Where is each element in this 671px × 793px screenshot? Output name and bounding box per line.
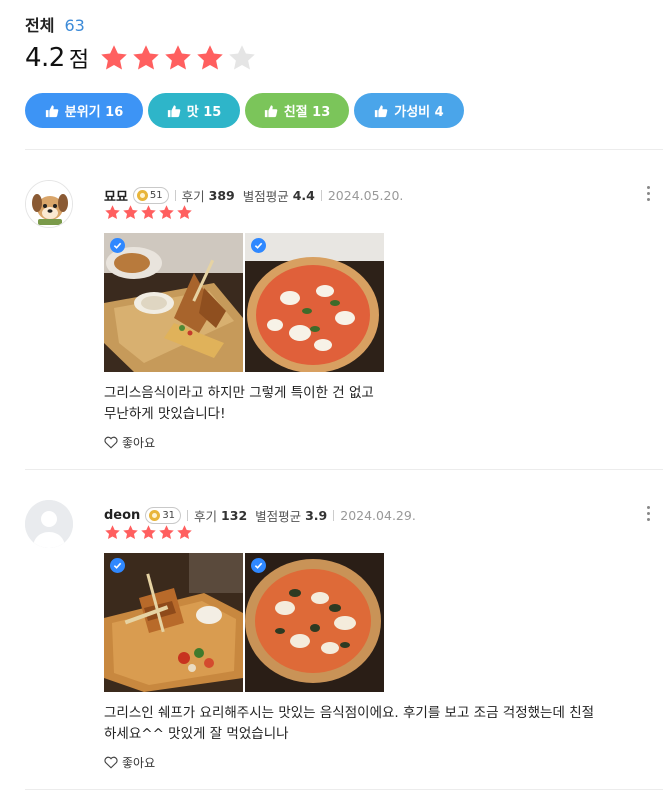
- review-photo[interactable]: [245, 233, 384, 372]
- default-user-avatar-icon[interactable]: [25, 500, 73, 548]
- review-count: 389: [208, 188, 235, 203]
- chip-taste[interactable]: 맛 15: [148, 93, 240, 128]
- avg-score: 4.4: [292, 188, 315, 203]
- review-item: deon 31 후기 132 별점평균 3.9 2024.04.29. 그리스인…: [25, 500, 663, 780]
- thumbs-up-icon: [264, 104, 278, 117]
- divider: [25, 789, 663, 790]
- divider: [25, 149, 663, 150]
- review-text-line: 무난하게 맛있습니다!: [104, 406, 226, 422]
- review-photos: [104, 233, 384, 372]
- review-photos: [104, 553, 384, 692]
- review-item: 묘묘 51 후기 389 별점평균 4.4 2024.05.20. 그리스음식이…: [25, 180, 663, 460]
- review-text: 그리스음식이라고 하지만 그렇게 특이한 건 없고 무난하게 맛있습니다!: [104, 383, 664, 425]
- review-text-line: 그리스음식이라고 하지만 그렇게 특이한 건 없고: [104, 385, 374, 401]
- star-icon: [141, 205, 156, 220]
- total-label: 전체: [25, 16, 55, 35]
- score-unit: 점: [68, 48, 90, 73]
- more-options-icon[interactable]: [647, 186, 651, 201]
- star-icon: [133, 45, 159, 70]
- review-meta: deon 31 후기 132 별점평균 3.9 2024.04.29.: [104, 506, 416, 525]
- review-photo[interactable]: [104, 233, 243, 372]
- star-icon: [159, 205, 174, 220]
- chip-kindness[interactable]: 친절 13: [245, 93, 349, 128]
- avg-score: 3.9: [305, 508, 328, 523]
- like-button[interactable]: 좋아요: [104, 754, 155, 771]
- separator: [174, 190, 176, 201]
- star-icon: [105, 525, 120, 540]
- avg-score-label: 별점평균: [255, 509, 302, 524]
- review-meta: 묘묘 51 후기 389 별점평균 4.4 2024.05.20.: [104, 186, 403, 205]
- verified-check-icon: [251, 558, 266, 573]
- verified-check-icon: [110, 558, 125, 573]
- heart-icon: [104, 756, 118, 769]
- star-icon: [197, 45, 223, 70]
- review-summary: 전체 63: [25, 12, 85, 36]
- average-star-rating: [99, 43, 257, 73]
- star-icon: [159, 525, 174, 540]
- review-star-rating: [104, 524, 193, 541]
- chip-label: 가성비 4: [394, 105, 444, 120]
- like-label: 좋아요: [122, 436, 156, 450]
- chip-atmosphere[interactable]: 분위기 16: [25, 93, 143, 128]
- divider: [25, 469, 663, 470]
- review-text-line: 하세요^^ 맛있게 잘 먹었습니나: [104, 726, 289, 742]
- level-value: 51: [149, 190, 163, 201]
- star-icon: [177, 525, 192, 540]
- star-icon: [101, 45, 127, 70]
- chip-label: 맛 15: [186, 105, 222, 120]
- review-photo[interactable]: [245, 553, 384, 692]
- star-icon: [141, 525, 156, 540]
- avg-score-label: 별점평균: [242, 189, 289, 204]
- like-label: 좋아요: [122, 756, 156, 770]
- chip-value[interactable]: 가성비 4: [354, 93, 464, 128]
- review-photo[interactable]: [104, 553, 243, 692]
- keyword-filter-chips: 분위기 16 맛 15 친절 13 가성비 4: [25, 93, 464, 128]
- chip-label: 분위기 16: [64, 105, 124, 120]
- rating-summary: 4.2 점: [25, 42, 257, 74]
- separator: [187, 510, 189, 521]
- coin-icon: [149, 510, 161, 521]
- review-date: 2024.05.20.: [327, 188, 404, 203]
- chip-label: 친절 13: [283, 105, 331, 120]
- average-score: 4.2: [25, 43, 65, 73]
- reviewer-nickname[interactable]: 묘묘: [104, 186, 128, 205]
- review-date: 2024.04.29.: [340, 508, 416, 523]
- star-icon: [123, 205, 138, 220]
- review-text-line: 그리스인 쉐프가 요리해주시는 맛있는 음식점이에요. 후기를 보고 조금 걱정…: [104, 705, 595, 721]
- verified-check-icon: [110, 238, 125, 253]
- star-icon: [123, 525, 138, 540]
- review-count-label: 후기: [194, 509, 218, 524]
- star-icon: [105, 205, 120, 220]
- total-count: 63: [64, 16, 85, 35]
- separator: [333, 510, 335, 521]
- level-value: 31: [162, 510, 176, 521]
- review-count: 132: [221, 508, 248, 523]
- star-icon: [229, 45, 255, 70]
- star-icon: [165, 45, 191, 70]
- thumbs-up-icon: [375, 104, 388, 117]
- heart-icon: [104, 436, 118, 449]
- review-star-rating: [104, 204, 193, 221]
- dog-avatar-icon[interactable]: [25, 180, 73, 228]
- separator: [320, 190, 322, 201]
- coin-icon: [136, 190, 148, 201]
- like-button[interactable]: 좋아요: [104, 434, 155, 451]
- thumbs-up-icon: [45, 104, 59, 117]
- more-options-icon[interactable]: [647, 506, 651, 521]
- level-badge: 31: [145, 507, 182, 524]
- review-count-label: 후기: [181, 189, 205, 204]
- level-badge: 51: [132, 187, 169, 204]
- reviewer-nickname[interactable]: deon: [104, 508, 140, 523]
- thumbs-up-icon: [167, 104, 181, 117]
- star-icon: [177, 205, 192, 220]
- review-text: 그리스인 쉐프가 요리해주시는 맛있는 음식점이에요. 후기를 보고 조금 걱정…: [104, 703, 664, 745]
- verified-check-icon: [251, 238, 266, 253]
